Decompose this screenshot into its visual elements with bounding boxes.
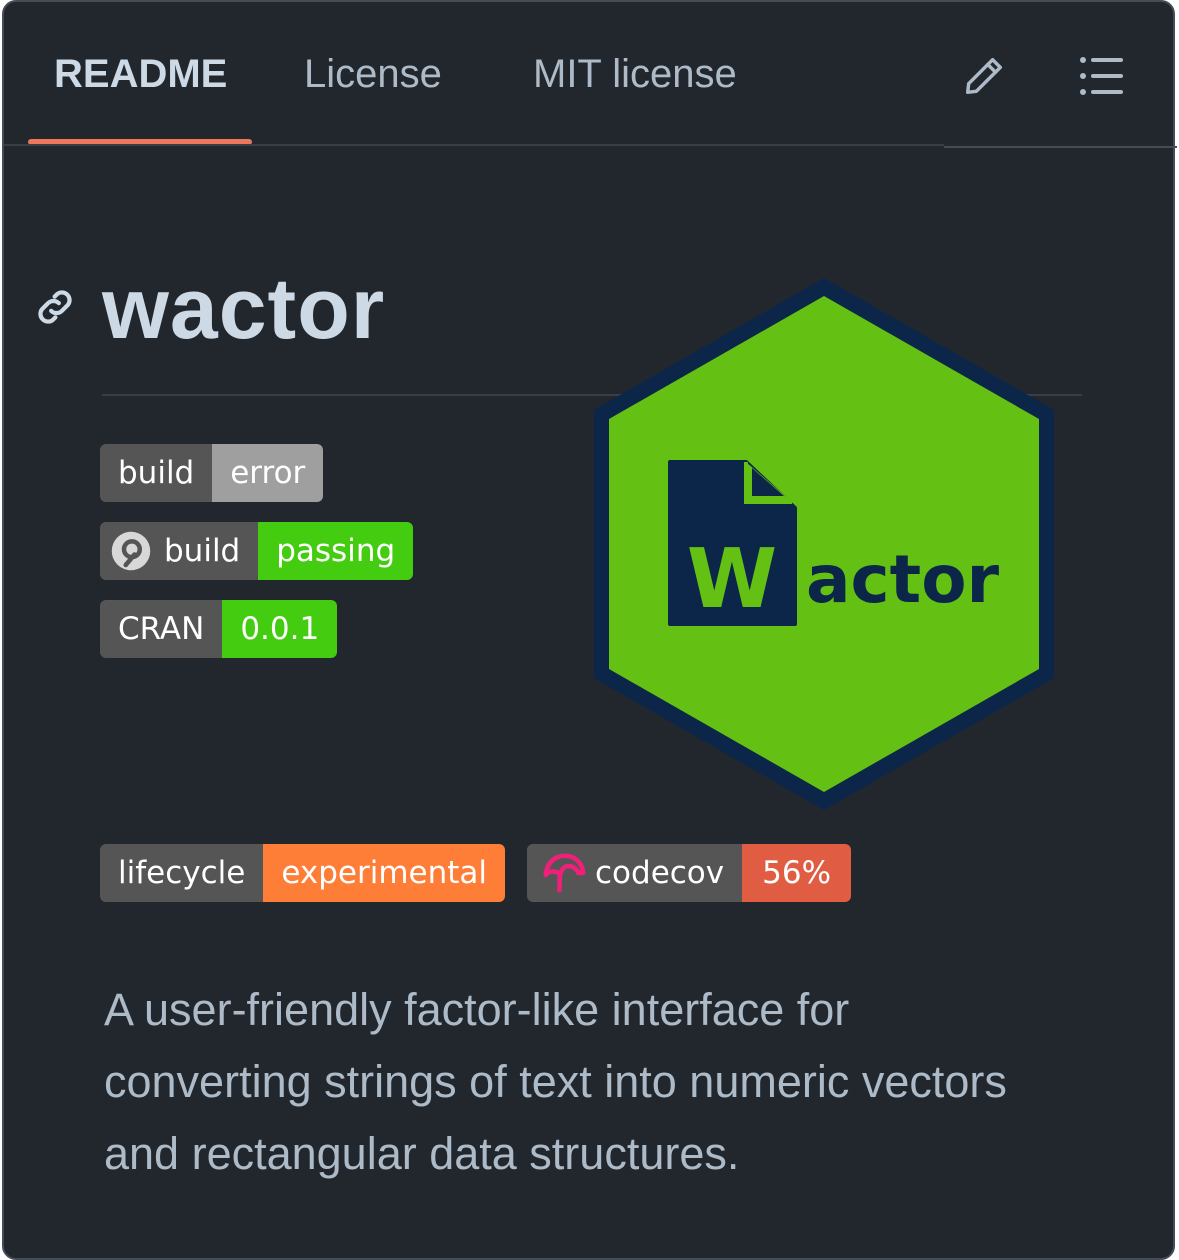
badge-label: codecov — [595, 855, 725, 891]
list-icon — [1080, 57, 1123, 95]
tab-license[interactable]: License — [304, 46, 442, 102]
logo-text: actor — [806, 541, 1000, 618]
wactor-hex-logo: W actor — [594, 278, 1054, 810]
codecov-badge[interactable]: codecov 56% — [527, 844, 852, 902]
badge-message: experimental — [263, 844, 506, 902]
badge-message: passing — [258, 522, 414, 580]
codecov-icon — [543, 853, 586, 893]
badge-label-wrap: build — [100, 522, 259, 580]
tab-divider — [4, 144, 944, 146]
header-divider — [944, 146, 1177, 148]
outline-button[interactable] — [1072, 46, 1132, 106]
appveyor-build-badge[interactable]: build passing — [100, 522, 414, 580]
badge-label: build — [164, 533, 241, 569]
readme-panel: README License MIT license wactor build … — [2, 0, 1177, 1260]
badge-label: build — [100, 444, 213, 502]
readme-title: wactor — [102, 261, 386, 357]
badge-message: 56% — [742, 844, 852, 902]
logo-letter: W — [687, 532, 777, 627]
readme-description: A user-friendly factor-like interface fo… — [104, 984, 1007, 1179]
badge-message: error — [212, 444, 324, 502]
edit-button[interactable] — [954, 46, 1014, 106]
link-icon[interactable] — [32, 284, 78, 330]
badge-label-wrap: codecov — [527, 844, 743, 902]
appveyor-icon — [111, 531, 151, 571]
lifecycle-badge[interactable]: lifecycle experimental — [100, 844, 506, 902]
tab-bar: README License MIT license — [4, 2, 1177, 148]
build-error-badge[interactable]: build error — [100, 444, 324, 502]
pencil-icon — [965, 57, 1003, 95]
cran-version-badge[interactable]: CRAN 0.0.1 — [100, 600, 338, 658]
badge-message: 0.0.1 — [222, 600, 338, 658]
badge-label: lifecycle — [100, 844, 264, 902]
tab-readme[interactable]: README — [54, 46, 227, 102]
badge-label: CRAN — [100, 600, 223, 658]
tab-mit-license[interactable]: MIT license — [533, 46, 737, 102]
